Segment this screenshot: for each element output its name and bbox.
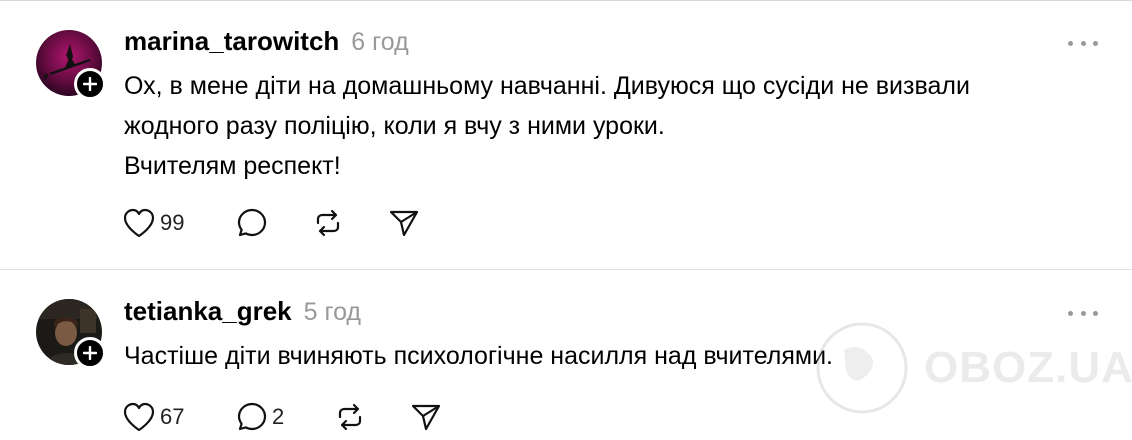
repost-icon [338,403,362,431]
globe-logo-icon [816,322,908,414]
plus-icon [83,346,97,360]
comment-icon [237,402,267,431]
heart-icon [123,402,155,432]
dot-icon [1068,310,1073,316]
share-button[interactable] [410,399,442,435]
username-link[interactable]: tetianka_grek [124,296,292,327]
avatar[interactable] [36,30,106,100]
dot-icon [1080,40,1086,46]
dot-icon [1093,310,1098,316]
repost-button[interactable] [334,399,366,435]
reply-button[interactable] [236,205,268,241]
post-text-line: жодного разу поліцію, коли я вчу з ними … [124,112,665,140]
follow-plus-button[interactable] [74,337,106,369]
plus-icon [83,77,97,91]
post-body: Ох, в мене діти на домашньому навчанні. … [124,66,1094,186]
follow-plus-button[interactable] [74,68,106,100]
repost-icon [316,209,340,237]
send-icon [411,404,441,431]
dot-icon [1068,40,1073,46]
post-time: 5 год [303,298,362,326]
post-header: marina_tarowitch 6 год [124,26,409,57]
dot-icon [1080,310,1086,316]
watermark-text: OBOZ.UA [924,343,1132,392]
avatar[interactable] [36,299,106,369]
more-options-button[interactable] [1068,306,1098,320]
comment-post: marina_tarowitch 6 год Ох, в мене діти н… [0,0,1132,269]
dot-icon [1093,40,1098,46]
like-count: 99 [160,210,185,235]
more-options-button[interactable] [1068,36,1098,50]
repost-button[interactable] [312,205,344,241]
username-link[interactable]: marina_tarowitch [124,26,339,57]
post-time: 6 год [351,28,409,56]
heart-icon [123,208,155,238]
share-button[interactable] [388,205,420,241]
send-icon [389,210,419,237]
comment-icon [237,208,267,237]
oboz-watermark: OBOZ.UA [814,320,1132,416]
like-button[interactable]: 99 [122,205,184,241]
like-button[interactable]: 67 [122,399,184,435]
post-text-line: Вчителям респект! [124,152,341,180]
post-text-line: Ох, в мене діти на домашньому навчанні. … [124,72,970,100]
like-count: 67 [160,404,185,429]
reply-button[interactable]: 2 [236,399,284,435]
reply-count: 2 [272,404,285,429]
post-header: tetianka_grek 5 год [124,296,361,327]
